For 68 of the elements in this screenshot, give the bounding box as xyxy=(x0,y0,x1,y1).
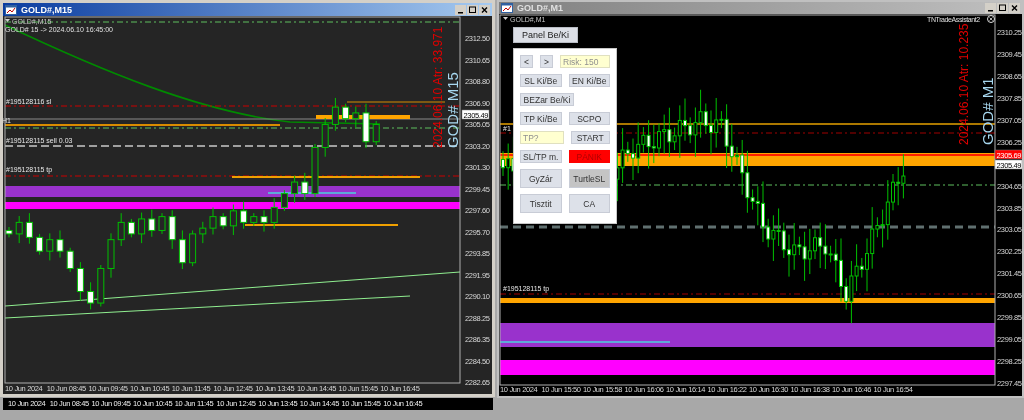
panel-button[interactable]: SCPO xyxy=(568,112,610,125)
candlestick xyxy=(209,206,217,235)
candlestick xyxy=(97,264,105,307)
candlestick xyxy=(87,281,95,310)
candlestick xyxy=(117,212,125,247)
candlestick xyxy=(158,212,166,235)
panel-button[interactable]: TurtleSL xyxy=(568,169,610,188)
candlestick xyxy=(25,212,33,245)
chart-window-icon xyxy=(5,4,17,15)
candlestick xyxy=(270,197,278,230)
panel-button[interactable]: Tisztit xyxy=(520,194,562,213)
candlestick xyxy=(240,201,248,230)
close-icon[interactable] xyxy=(1009,3,1020,13)
panel-button[interactable]: SL Ki/Be xyxy=(520,74,562,87)
candlestick xyxy=(331,97,339,132)
close-icon[interactable] xyxy=(479,4,490,15)
candlestick xyxy=(107,232,115,279)
candlestick xyxy=(56,229,64,259)
candlestick xyxy=(46,232,54,261)
candlestick xyxy=(15,215,23,244)
caret-icon xyxy=(503,17,508,20)
candlestick xyxy=(229,204,237,236)
symbol-vertical-text: GOD# M1 xyxy=(979,77,996,145)
candlestick xyxy=(280,189,288,212)
symbol-vertical-text: GOD# M15 xyxy=(444,72,461,148)
candlestick xyxy=(36,233,44,256)
chart-window-icon xyxy=(501,3,513,13)
candlestick xyxy=(362,103,370,149)
candlestick xyxy=(168,209,176,250)
window-title: GOLD#,M1 xyxy=(517,3,563,13)
panel-button[interactable]: START xyxy=(570,131,610,144)
candlestick xyxy=(260,209,268,233)
candlestick xyxy=(301,172,309,201)
candlestick xyxy=(219,212,227,230)
candlestick xyxy=(66,247,74,273)
candlestick xyxy=(352,106,360,129)
maximize-icon[interactable] xyxy=(997,3,1008,13)
maximize-icon[interactable] xyxy=(467,4,478,15)
candlestick xyxy=(250,212,258,227)
panel-button[interactable]: < xyxy=(520,55,533,68)
panel-button[interactable]: TP Ki/Be xyxy=(520,112,562,125)
candlestick xyxy=(127,218,135,238)
atr-vertical-text: 2024.06.10 Atr: 10.235 xyxy=(957,23,971,145)
panel-button[interactable]: BEZar Be/Ki xyxy=(520,93,574,106)
minimize-icon[interactable] xyxy=(985,3,996,13)
caret-icon xyxy=(5,19,10,22)
window-title: GOLD#,M15 xyxy=(21,4,72,15)
candlestick xyxy=(199,221,207,244)
panel-button[interactable]: CA xyxy=(568,194,610,213)
panel-button[interactable]: EN Ki/Be xyxy=(568,74,610,87)
candlestick xyxy=(342,103,350,123)
minimize-icon[interactable] xyxy=(455,4,466,15)
candlestick xyxy=(372,120,380,146)
candlestick xyxy=(5,226,13,238)
candlestick xyxy=(189,229,197,267)
candlestick xyxy=(138,212,146,244)
panel-button[interactable]: > xyxy=(540,55,553,68)
candlestick xyxy=(178,229,186,270)
candlestick xyxy=(291,175,299,204)
panel-toggle-button[interactable]: Panel Be/Ki xyxy=(513,27,578,43)
candlestick xyxy=(321,117,329,158)
panel-button[interactable]: GyZár xyxy=(520,169,562,188)
candlestick xyxy=(76,261,84,302)
atr-vertical-text: 2024.06.10 Atr: 33.971 xyxy=(431,26,445,148)
panel-button[interactable]: SL/TP m. xyxy=(520,150,562,163)
circle-icon xyxy=(987,15,995,23)
candlestick xyxy=(311,143,319,198)
candlestick xyxy=(148,209,156,238)
